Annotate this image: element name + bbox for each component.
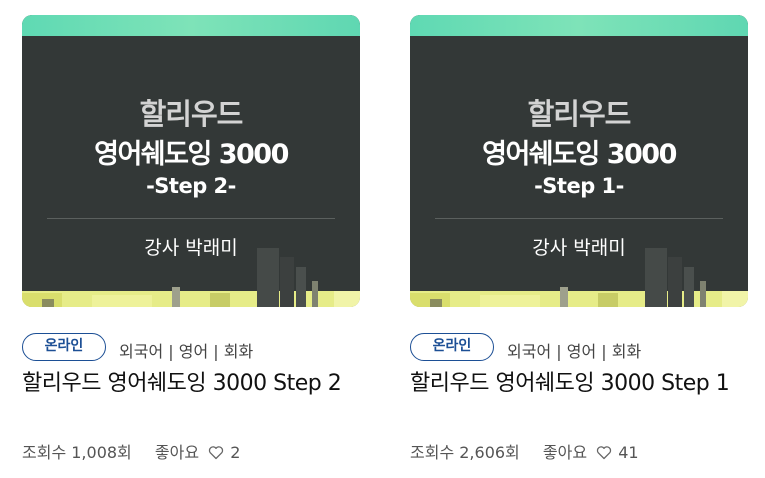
view-count: 조회수 2,606회: [410, 443, 520, 462]
thumbnail-step: -Step 1-: [534, 174, 624, 198]
thumbnail-step: -Step 2-: [146, 174, 236, 198]
thumbnail-title-line1: 할리우드: [527, 97, 632, 131]
online-badge: 온라인: [22, 333, 106, 361]
city-skyline-image: [22, 248, 360, 307]
likes[interactable]: 좋아요 41: [543, 443, 639, 462]
thumbnail-accent-bar: [410, 15, 748, 36]
course-stats: 조회수 2,606회 좋아요 41: [410, 439, 748, 463]
heart-icon: [596, 446, 612, 460]
view-count: 조회수 1,008회: [22, 443, 132, 462]
thumbnail-title-line2: 영어쉐도잉 3000: [482, 139, 677, 170]
course-title[interactable]: 할리우드 영어쉐도잉 3000 Step 2: [22, 367, 360, 400]
city-skyline-image: [410, 248, 748, 307]
course-title[interactable]: 할리우드 영어쉐도잉 3000 Step 1: [410, 367, 748, 400]
course-category: 외국어 | 영어 | 회화: [119, 342, 254, 361]
thumbnail-title-line2: 영어쉐도잉 3000: [94, 139, 289, 170]
thumbnail-divider: [47, 218, 335, 219]
likes-label: 좋아요: [542, 443, 588, 462]
course-stats: 조회수 1,008회 좋아요 2: [22, 439, 360, 463]
thumbnail-title-line1: 할리우드: [139, 97, 244, 131]
thumbnail-divider: [435, 218, 723, 219]
course-category: 외국어 | 영어 | 회화: [507, 342, 642, 361]
course-meta: 온라인 외국어 | 영어 | 회화: [22, 333, 360, 365]
course-card[interactable]: 할리우드 영어쉐도잉 3000 -Step 1- 강사 박래미 온라인 외국어 …: [410, 15, 748, 462]
thumbnail-accent-bar: [22, 15, 360, 36]
course-thumbnail[interactable]: 할리우드 영어쉐도잉 3000 -Step 1- 강사 박래미: [410, 15, 748, 307]
online-badge: 온라인: [410, 333, 494, 361]
course-thumbnail[interactable]: 할리우드 영어쉐도잉 3000 -Step 2- 강사 박래미: [22, 15, 360, 307]
likes-count: 2: [230, 443, 241, 462]
heart-icon: [208, 446, 224, 460]
likes[interactable]: 좋아요 2: [155, 443, 241, 462]
likes-label: 좋아요: [154, 443, 200, 462]
course-meta: 온라인 외국어 | 영어 | 회화: [410, 333, 748, 365]
likes-count: 41: [618, 443, 639, 462]
course-card[interactable]: 할리우드 영어쉐도잉 3000 -Step 2- 강사 박래미 온라인 외국어 …: [22, 15, 360, 462]
